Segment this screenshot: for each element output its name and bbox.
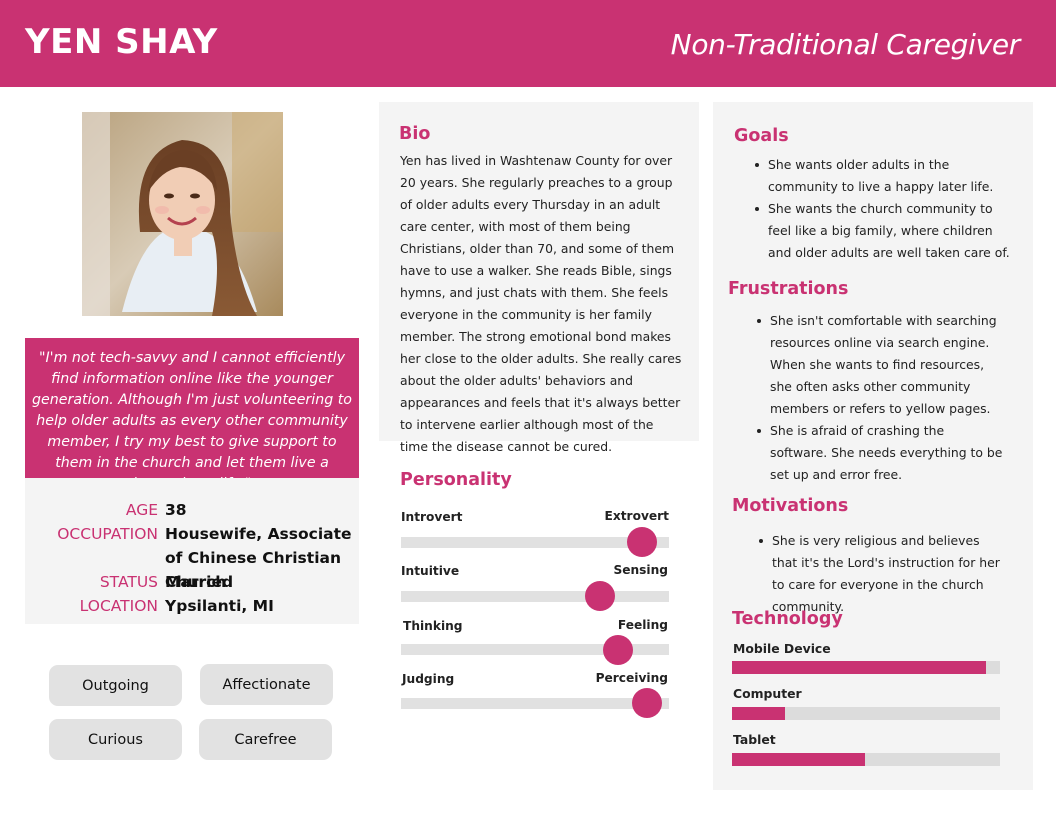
personality-title: Personality	[400, 470, 512, 490]
scale-left-label: Introvert	[401, 510, 463, 524]
scale-indicator	[603, 635, 633, 665]
motivations-list: She is very religious and believes that …	[759, 530, 1007, 618]
list-item: She wants older adults in the community …	[755, 154, 1018, 198]
scale-indicator	[632, 688, 662, 718]
tech-label-computer: Computer	[733, 686, 802, 701]
trait-chip-affectionate: Affectionate	[200, 664, 333, 705]
scale-right-label: Sensing	[613, 563, 668, 577]
location-label: LOCATION	[79, 597, 158, 615]
tech-label-mobile: Mobile Device	[733, 641, 831, 656]
list-item: She wants the church community to feel l…	[755, 198, 1018, 264]
list-item: She is very religious and believes that …	[759, 530, 1007, 618]
persona-name: YEN SHAY	[25, 22, 218, 62]
list-item: She is afraid of crashing the software. …	[757, 420, 1005, 486]
demographics-panel: AGE 38 OCCUPATION Housewife, Associate o…	[25, 478, 359, 624]
status-value: Married	[165, 573, 234, 591]
tech-label-tablet: Tablet	[733, 732, 776, 747]
tech-bar-mobile	[732, 661, 1000, 674]
goals-list: She wants older adults in the community …	[755, 154, 1018, 264]
header-banner: YEN SHAY Non-Traditional Caregiver	[0, 0, 1056, 87]
status-label: STATUS	[99, 573, 158, 591]
scale-left-label: Intuitive	[401, 564, 460, 578]
scale-track	[401, 591, 669, 602]
scale-left-label: Judging	[402, 672, 455, 686]
scale-track	[401, 698, 669, 709]
tech-bar-fill	[732, 661, 986, 674]
trait-chip-carefree: Carefree	[199, 719, 332, 760]
frustrations-title: Frustrations	[728, 279, 849, 299]
tech-bar-tablet	[732, 753, 1000, 766]
persona-quote: "I'm not tech-savvy and I cannot efficie…	[25, 338, 359, 492]
goals-title: Goals	[734, 126, 789, 146]
bio-title: Bio	[399, 124, 431, 144]
frustrations-list: She isn't comfortable with searching res…	[757, 310, 1005, 486]
trait-chip-curious: Curious	[49, 719, 182, 760]
scale-right-label: Perceiving	[595, 671, 668, 685]
scale-right-label: Extrovert	[604, 509, 669, 523]
list-item: She isn't comfortable with searching res…	[757, 310, 1005, 420]
scale-right-label: Feeling	[617, 618, 668, 632]
bio-text: Yen has lived in Washtenaw County for ov…	[400, 153, 682, 454]
age-label: AGE	[125, 501, 158, 519]
occupation-label: OCCUPATION	[57, 525, 158, 543]
tech-bar-fill	[732, 753, 865, 766]
scale-left-label: Thinking	[403, 619, 463, 633]
tech-bar-fill	[732, 707, 785, 720]
persona-role: Non-Traditional Caregiver	[670, 28, 1021, 61]
trait-chip-outgoing: Outgoing	[49, 665, 182, 706]
age-value: 38	[165, 501, 187, 519]
scale-indicator	[627, 527, 657, 557]
persona-photo	[82, 112, 283, 316]
scale-indicator	[585, 581, 615, 611]
tech-bar-computer	[732, 707, 1000, 720]
location-value: Ypsilanti, MI	[165, 597, 274, 615]
technology-title: Technology	[732, 609, 843, 629]
motivations-title: Motivations	[732, 496, 849, 516]
